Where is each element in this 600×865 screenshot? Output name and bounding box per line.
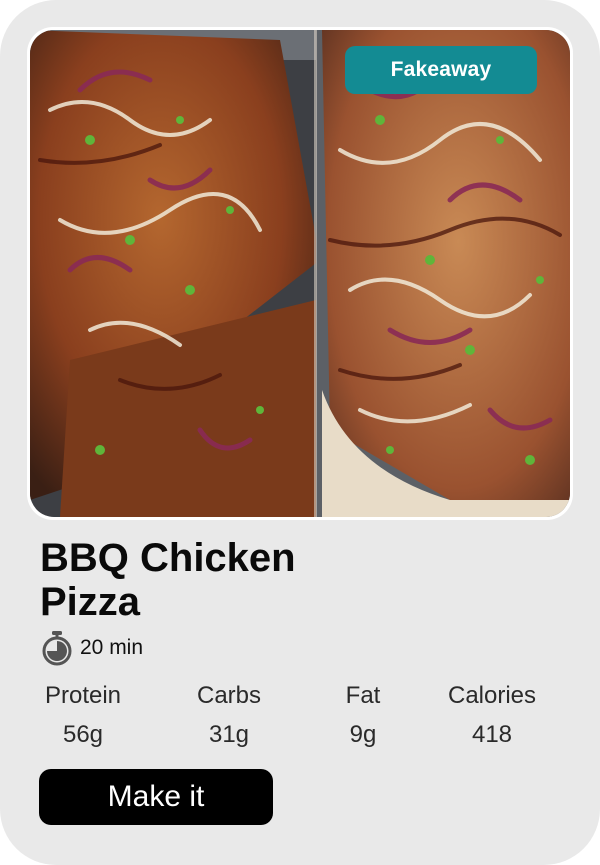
nutrition-fat: Fat 9g [328, 680, 398, 752]
cook-time-text: 20 min [80, 636, 144, 659]
make-it-button[interactable]: Make it [39, 769, 273, 825]
nutrition-value: 56g [62, 721, 104, 748]
recipe-photo [30, 30, 570, 517]
nutrition-value: 9g [349, 721, 377, 748]
nutrition-label: Fat [345, 682, 381, 709]
recipe-title-line1: BBQ Chicken [40, 536, 296, 580]
nutrition-value: 31g [208, 721, 250, 748]
recipe-photo-frame [27, 27, 573, 520]
nutrition-protein: Protein 56g [38, 680, 128, 752]
category-badge: Fakeaway [345, 46, 537, 94]
stopwatch-icon [42, 631, 72, 666]
nutrition-label: Calories [447, 682, 537, 709]
nutrition-label: Protein [44, 682, 122, 709]
nutrition-label: Carbs [196, 682, 262, 709]
cook-time: 20 min [40, 628, 143, 668]
nutrition-carbs: Carbs 31g [184, 680, 274, 752]
nutrition-value: 418 [471, 721, 513, 748]
recipe-title-line2: Pizza [40, 580, 141, 624]
nutrition-calories: Calories 418 [440, 680, 544, 752]
recipe-title: BBQ Chicken Pizza [40, 536, 440, 624]
recipe-card[interactable]: Fakeaway BBQ Chicken Pizza 20 min Protei… [0, 0, 600, 865]
